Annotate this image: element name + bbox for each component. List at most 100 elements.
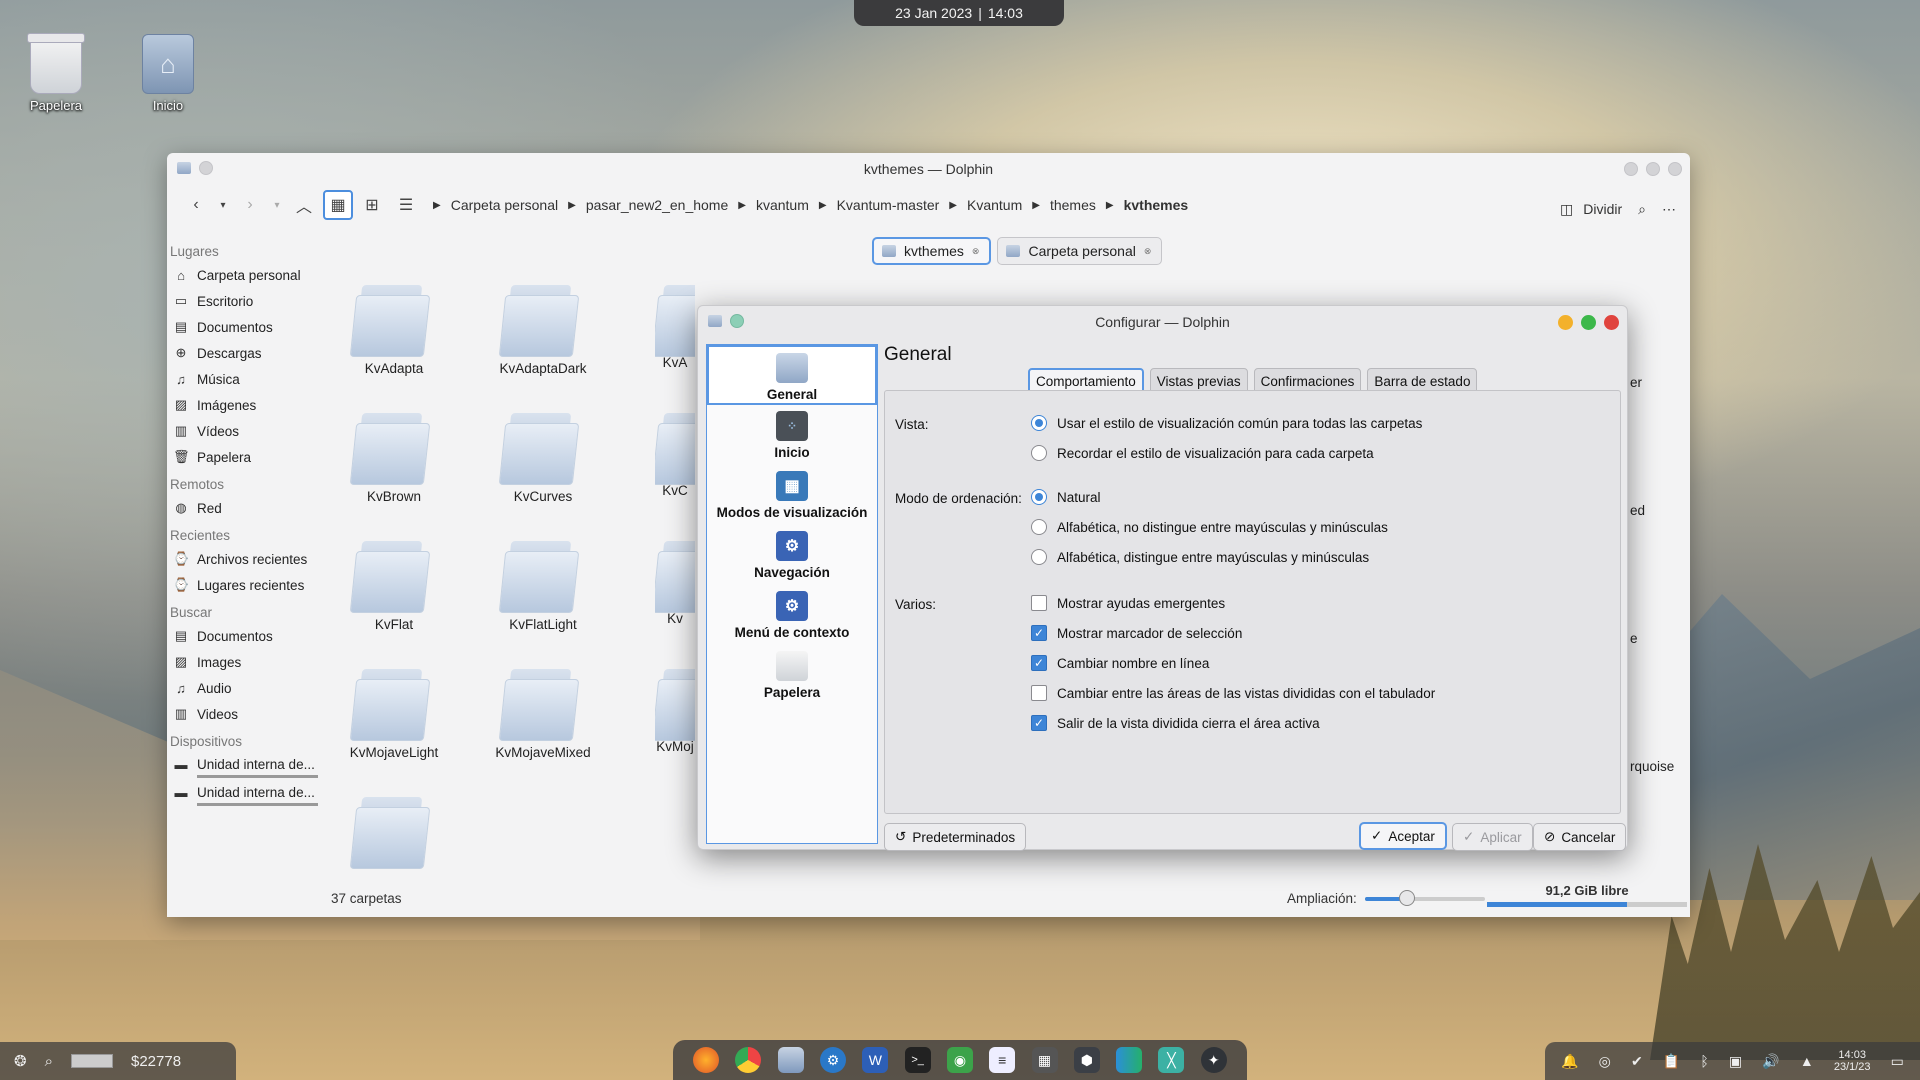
folder-item[interactable]: KvMojaveMixed	[483, 669, 603, 760]
place-trash[interactable]: 🗑 Papelera	[167, 444, 330, 470]
zoom-slider-handle[interactable]	[1398, 889, 1415, 906]
place-videos[interactable]: ▥ Vídeos	[167, 418, 330, 444]
breadcrumb-item[interactable]: pasar_new2_en_home	[586, 197, 728, 213]
zoom-slider[interactable]	[1364, 889, 1485, 906]
folder-item[interactable]: KvBrown	[334, 413, 454, 504]
place-downloads[interactable]: ⊕ Descargas	[167, 340, 330, 366]
radio-button[interactable]	[1031, 415, 1047, 431]
file-manager-icon[interactable]	[777, 1047, 804, 1073]
vista-option-common[interactable]: Usar el estilo de visualización común pa…	[1031, 415, 1422, 431]
dialog-titlebar[interactable]: Configurar — Dolphin	[698, 306, 1627, 338]
checkbox[interactable]	[1031, 685, 1047, 701]
breadcrumb-item[interactable]: kvantum	[756, 197, 809, 213]
place-network[interactable]: ◍ Red	[167, 495, 330, 521]
checkbox[interactable]	[1031, 595, 1047, 611]
notifications-icon[interactable]: 🔔	[1561, 1053, 1578, 1070]
expand-tray-icon[interactable]: ▲	[1800, 1053, 1814, 1069]
back-history-icon[interactable]: ▾	[215, 190, 231, 220]
kvantum-icon[interactable]: ╳	[1158, 1047, 1185, 1073]
maximize-button[interactable]	[1581, 315, 1596, 330]
show-desktop-icon[interactable]: ▭	[1891, 1053, 1904, 1070]
system-settings-icon[interactable]: ⚙	[820, 1047, 847, 1073]
breadcrumb-item[interactable]: Carpeta personal	[451, 197, 558, 213]
menu-icon[interactable]: ⋯	[1662, 201, 1676, 218]
category-context-menu[interactable]: ⚙ Menú de contexto	[707, 585, 877, 645]
defaults-button[interactable]: ↺ Predeterminados	[884, 823, 1027, 851]
desktop-icon-trash[interactable]: Papelera	[16, 33, 96, 113]
search-icon[interactable]: ⌕	[45, 1053, 53, 1070]
bluetooth-icon[interactable]: ᛒ	[1700, 1053, 1708, 1069]
terminal-icon[interactable]: >_	[904, 1047, 931, 1073]
orden-option-case-insensitive[interactable]: Alfabética, no distingue entre mayúscula…	[1031, 519, 1388, 535]
firefox-icon[interactable]	[693, 1047, 720, 1073]
radio-button[interactable]	[1031, 489, 1047, 505]
checkbox[interactable]: ✓	[1031, 625, 1047, 641]
varios-option[interactable]: ✓ Cambiar nombre en línea	[1031, 655, 1209, 671]
details-view-icon[interactable]: ☰	[391, 190, 421, 220]
folder-item[interactable]: KvFlat	[334, 541, 454, 632]
category-general[interactable]: General	[707, 345, 877, 405]
back-icon[interactable]: ‹	[181, 190, 211, 220]
category-view-modes[interactable]: ▦ Modos de visualización	[707, 465, 877, 525]
forward-icon[interactable]: ›	[235, 190, 265, 220]
category-navigation[interactable]: ⚙ Navegación	[707, 525, 877, 585]
radio-button[interactable]	[1031, 549, 1047, 565]
maximize-button[interactable]	[1646, 162, 1660, 176]
breadcrumb-item[interactable]: Kvantum	[967, 197, 1022, 213]
checkbox[interactable]: ✓	[1031, 715, 1047, 731]
varios-option[interactable]: ✓ Salir de la vista dividida cierra el á…	[1031, 715, 1320, 731]
up-icon[interactable]: ︿	[289, 190, 319, 220]
place-documents[interactable]: ▤ Documentos	[167, 314, 330, 340]
search-videos[interactable]: ▥ Videos	[167, 701, 330, 727]
cancel-button[interactable]: ⊘ Cancelar	[1533, 823, 1627, 851]
compact-view-icon[interactable]: ⊞	[357, 190, 387, 220]
apply-button[interactable]: ✓ Aplicar	[1452, 823, 1533, 851]
category-trash[interactable]: Papelera	[707, 645, 877, 705]
screenshot-icon[interactable]: ◉	[946, 1047, 973, 1073]
forward-history-icon[interactable]: ▾	[269, 190, 285, 220]
breadcrumb-current[interactable]: kvthemes	[1124, 197, 1189, 213]
tab-carpeta-personal[interactable]: Carpeta personal ⊗	[997, 237, 1163, 265]
folder-item[interactable]: KvC	[655, 413, 695, 498]
text-editor-icon[interactable]: ≡	[989, 1047, 1016, 1073]
checkbox[interactable]: ✓	[1031, 655, 1047, 671]
folder-item[interactable]: KvFlatLight	[483, 541, 603, 632]
folder-item[interactable]: Kv	[655, 541, 695, 626]
tray-clock[interactable]: 14:03 23/1/23	[1834, 1049, 1871, 1073]
search-documents[interactable]: ▤ Documentos	[167, 623, 330, 649]
network-icon[interactable]: ▣	[1729, 1053, 1742, 1070]
icons-view-icon[interactable]: ▦	[323, 190, 353, 220]
word-processor-icon[interactable]: W	[862, 1047, 889, 1073]
pin-button[interactable]	[199, 161, 213, 175]
desktop-icon-home[interactable]: Inicio	[128, 34, 208, 113]
updates-icon[interactable]: ◎	[1599, 1053, 1611, 1070]
place-recent-locations[interactable]: ⌚ Lugares recientes	[167, 572, 330, 598]
breadcrumb-item[interactable]: Kvantum-master	[837, 197, 940, 213]
close-button[interactable]	[1604, 315, 1619, 330]
folder-item[interactable]: KvAdapta	[334, 285, 454, 376]
search-icon[interactable]: ⌕	[1638, 201, 1646, 218]
clipboard-icon[interactable]: 📋	[1663, 1053, 1680, 1070]
top-clock[interactable]: 23 Jan 2023 | 14:03	[854, 0, 1064, 26]
check-circle-icon[interactable]: ✔	[1631, 1053, 1643, 1070]
vista-option-per-folder[interactable]: Recordar el estilo de visualización para…	[1031, 445, 1374, 461]
free-space[interactable]: 91,2 GiB libre	[1487, 883, 1687, 907]
chrome-icon[interactable]	[735, 1047, 762, 1073]
category-inicio[interactable]: ⁘ Inicio	[707, 405, 877, 465]
folder-item[interactable]: KvCurves	[483, 413, 603, 504]
radio-button[interactable]	[1031, 445, 1047, 461]
breadcrumb-item[interactable]: themes	[1050, 197, 1096, 213]
orden-option-natural[interactable]: Natural	[1031, 489, 1101, 505]
radio-button[interactable]	[1031, 519, 1047, 535]
close-tab-icon[interactable]: ⊗	[972, 246, 980, 257]
orden-option-case-sensitive[interactable]: Alfabética, distingue entre mayúsculas y…	[1031, 549, 1369, 565]
store-icon[interactable]: ⬢	[1073, 1047, 1100, 1073]
pager-icon[interactable]	[70, 1054, 113, 1068]
minimize-button[interactable]	[1624, 162, 1638, 176]
office-icon[interactable]	[1116, 1047, 1143, 1073]
accept-button[interactable]: ✓ Aceptar	[1359, 822, 1447, 850]
folder-item[interactable]: KvAdaptaDark	[483, 285, 603, 376]
folder-item[interactable]	[334, 797, 454, 873]
varios-option[interactable]: ✓ Mostrar marcador de selección	[1031, 625, 1242, 641]
place-recent-files[interactable]: ⌚ Archivos recientes	[167, 546, 330, 572]
